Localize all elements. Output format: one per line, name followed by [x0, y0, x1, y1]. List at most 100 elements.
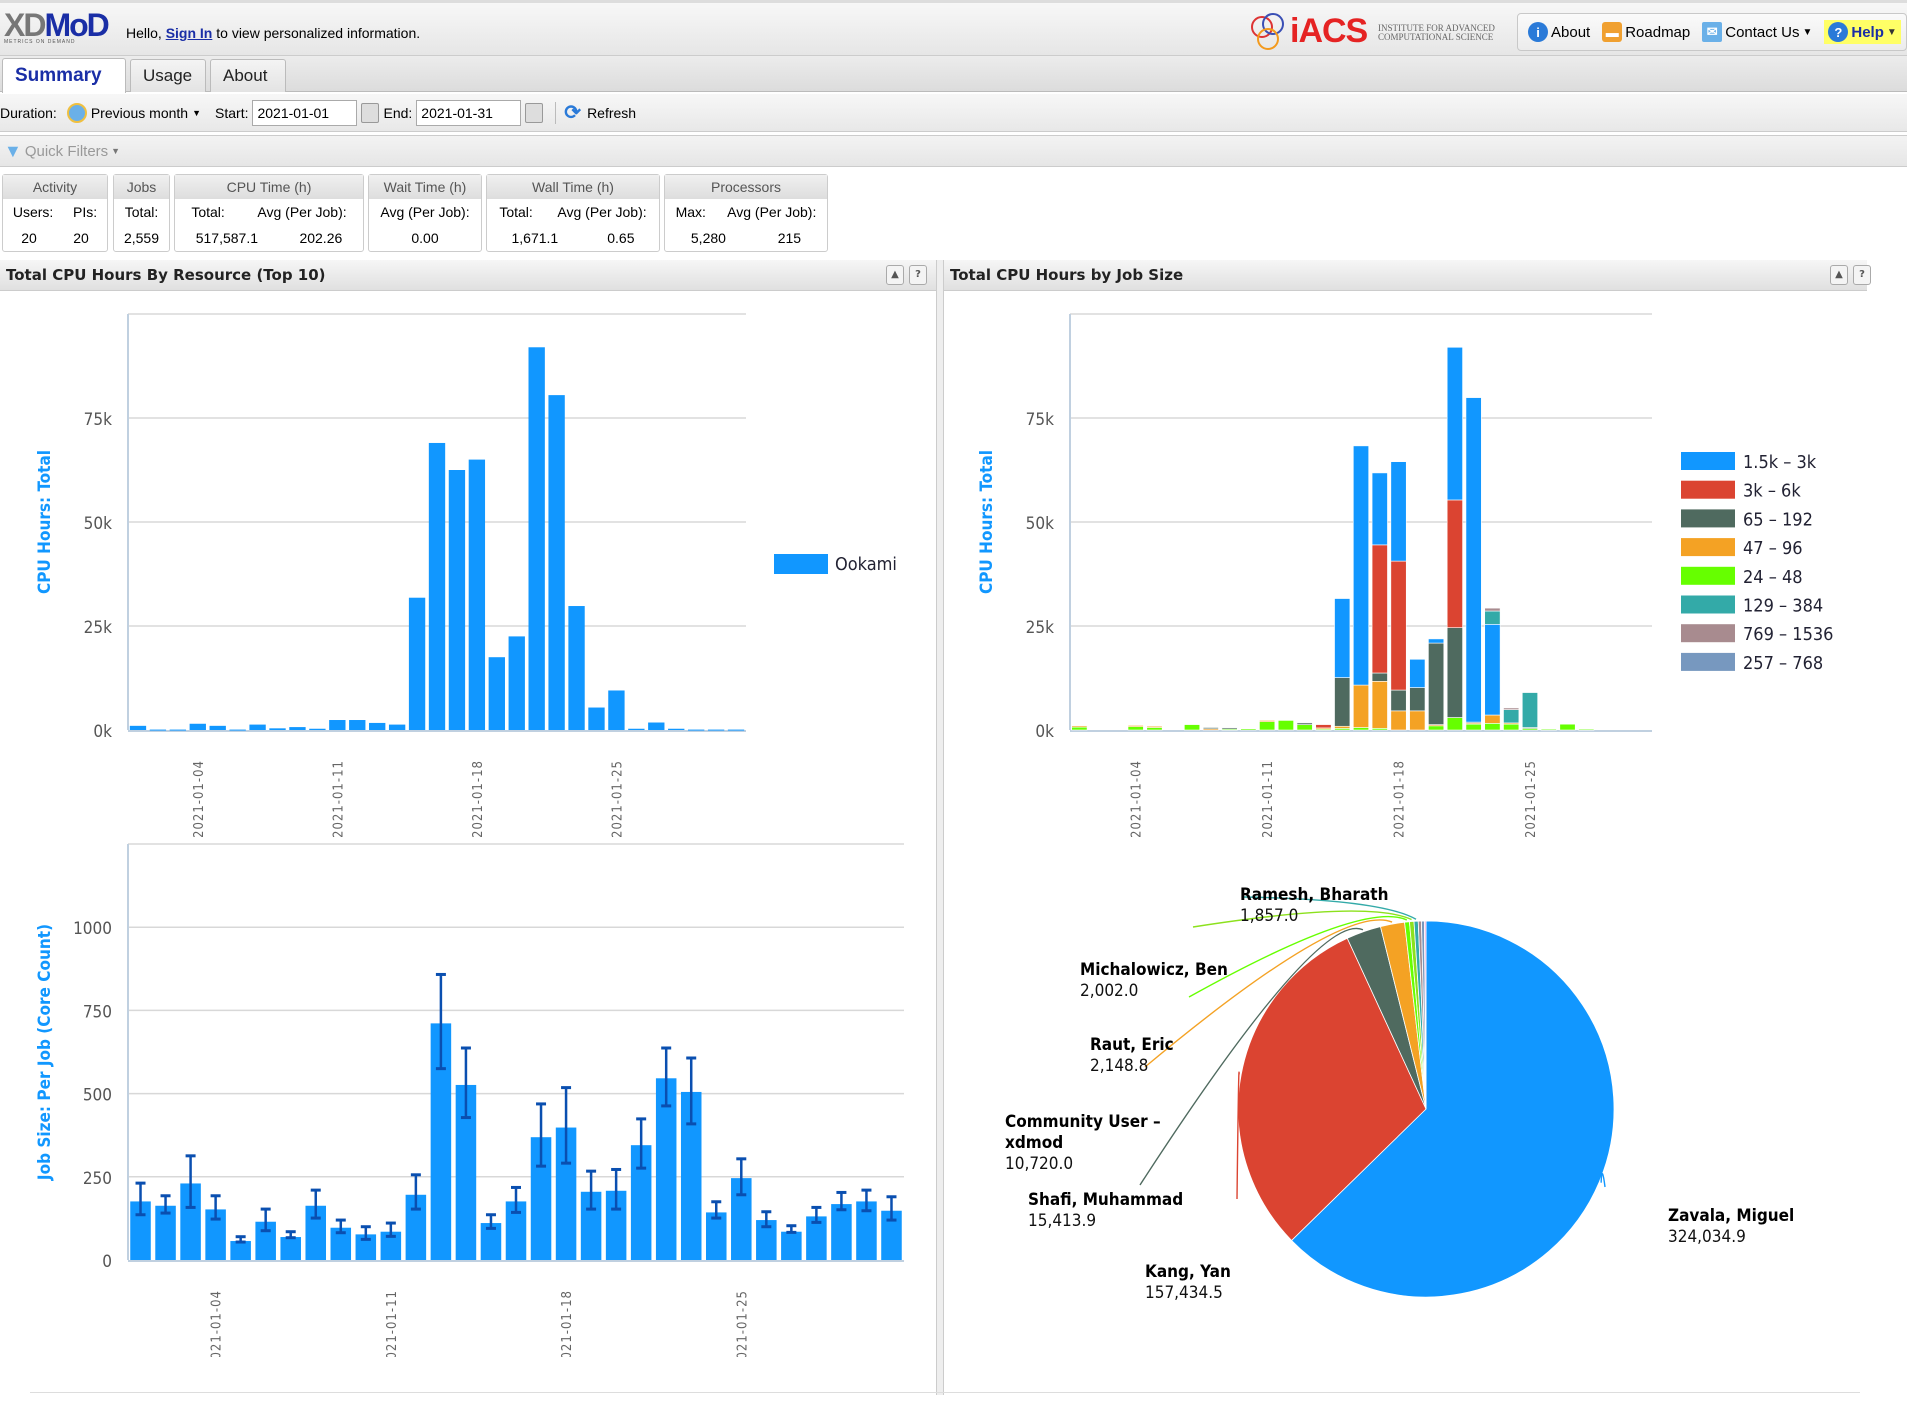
bar: [1503, 723, 1520, 731]
bar: [1071, 725, 1088, 728]
bar: [1540, 728, 1557, 731]
bar: [648, 722, 665, 730]
pie-label: Ramesh, Bharath: [1240, 885, 1388, 905]
bar: [249, 724, 266, 730]
clock-icon: [66, 102, 87, 123]
summary-value: 2,559: [123, 230, 160, 246]
y-tick-label: 0k: [1035, 722, 1054, 742]
y-tick-label: 0: [102, 1252, 112, 1272]
bar: [229, 729, 246, 731]
legend-swatch: [1681, 538, 1735, 557]
bar: [309, 728, 326, 730]
panel-splitter[interactable]: [936, 260, 944, 1395]
calendar-icon[interactable]: [525, 102, 544, 123]
bar: [448, 470, 466, 730]
bar: [1484, 723, 1501, 731]
legend-label: 65 – 192: [1743, 509, 1813, 530]
pie-label-name: xdmod: [1005, 1133, 1063, 1153]
bar: [1353, 684, 1369, 728]
top-links: i About ▬ Roadmap ✉ Contact Us ▼ ? Help …: [1517, 13, 1907, 51]
quick-filters-label: Quick Filters: [24, 142, 109, 160]
bar: [1371, 681, 1388, 729]
bar: [1446, 346, 1463, 501]
tab-summary[interactable]: Summary: [2, 58, 126, 93]
refresh-button[interactable]: ⟳ Refresh: [564, 100, 636, 125]
summary-cpu-time: CPU Time (h) Total: Avg (Per Job): 517,58…: [174, 174, 364, 252]
greeting: Hello, Sign In to view personalized info…: [126, 25, 420, 41]
bar: [1296, 722, 1313, 725]
calendar-icon[interactable]: [361, 102, 380, 123]
xdmod-logo[interactable]: XDMoD METRICS ON DEMAND: [4, 9, 122, 51]
bar: [349, 720, 366, 730]
cpu-by-job-size-chart: 0k 25k 50k 75k CPU Hours: Total 2021-01-04 202…: [977, 313, 1833, 837]
bar: [781, 1231, 802, 1260]
y-axis-title: CPU Hours: Total: [35, 450, 55, 594]
contact-us-menu[interactable]: ✉ Contact Us ▼: [1702, 22, 1812, 42]
bar: [149, 729, 167, 731]
y-tick-label: 75k: [1026, 410, 1054, 430]
iacs-rings-icon: [1251, 13, 1284, 50]
help-button[interactable]: ?: [1853, 265, 1871, 285]
quick-filters-button[interactable]: ▼ Quick Filters ▼: [4, 141, 120, 162]
bar: [1390, 689, 1407, 712]
end-label: End:: [383, 104, 413, 121]
x-tick-label: 2021-01-18: [1393, 760, 1408, 837]
bar: [1221, 727, 1238, 730]
tab-usage[interactable]: Usage: [130, 59, 206, 92]
bar: [1446, 717, 1463, 731]
roadmap-link[interactable]: ▬ Roadmap: [1602, 22, 1690, 42]
iacs-tagline: INSTITUTE FOR ADVANCED COMPUTATIONAL SCI…: [1378, 24, 1495, 42]
bar: [1484, 610, 1501, 625]
bar: [1146, 727, 1163, 731]
help-menu[interactable]: ? Help ▼: [1824, 20, 1901, 44]
right-panel-header: Total CPU Hours by Job Size ▲ ?: [944, 260, 1871, 291]
legend-swatch: [1681, 480, 1735, 499]
bar: [1334, 677, 1351, 727]
help-button[interactable]: ?: [909, 265, 927, 285]
summary-value: 5,280: [690, 230, 726, 246]
legend-swatch: [1681, 652, 1735, 671]
bar: [280, 1237, 301, 1260]
end-date-input[interactable]: [416, 99, 522, 126]
bar: [1071, 726, 1088, 731]
summary-label: Total:: [499, 204, 533, 220]
bar: [1127, 726, 1144, 731]
pie-value-label: 1,857.0: [1240, 906, 1298, 926]
summary-value: 202.26: [299, 230, 343, 246]
job-size-per-job-chart: 0 250 500 750 1000 Job Size: Per Job (Core Co…: [35, 843, 904, 1357]
collapse-button[interactable]: ▲: [886, 265, 904, 285]
pie-label: Zavala, Miguel: [1668, 1206, 1794, 1226]
about-link[interactable]: i About: [1528, 22, 1590, 42]
legend-label: 47 – 96: [1743, 538, 1803, 559]
bar: [1240, 728, 1257, 731]
bar: [1484, 624, 1501, 716]
roadmap-link-label: Roadmap: [1625, 23, 1691, 41]
duration-value: Previous month: [90, 104, 189, 121]
refresh-icon: ⟳: [564, 102, 582, 124]
chevron-down-icon: ▼: [1886, 26, 1897, 38]
pie-value-label: 157,434.5: [1145, 1283, 1223, 1303]
duration-label: Duration:: [0, 104, 57, 121]
duration-dropdown[interactable]: Previous month ▼: [66, 102, 201, 123]
summary-title: Wall Time (h): [487, 175, 659, 199]
bar: [1259, 720, 1276, 722]
y-tick-label: 50k: [1026, 514, 1054, 534]
bar: [1390, 461, 1407, 562]
sign-in-link[interactable]: Sign In: [166, 25, 213, 41]
tab-about[interactable]: About: [210, 59, 286, 92]
envelope-icon: ✉: [1702, 22, 1723, 42]
collapse-button[interactable]: ▲: [1830, 265, 1848, 285]
bar: [1390, 710, 1407, 731]
summary-activity: Activity Users: PIs: 20 20: [2, 174, 108, 252]
pie-label: Community User – xdmod: [1005, 1112, 1161, 1153]
summary-label: Max:: [675, 204, 706, 220]
toolbar-separator: [555, 101, 557, 124]
bar: [1371, 472, 1388, 546]
bar: [329, 720, 346, 730]
summary-jobs: Jobs Total: 2,559: [113, 174, 170, 252]
pie-value-label: 10,720.0: [1005, 1154, 1073, 1174]
start-date-input[interactable]: [252, 99, 358, 126]
app-header: XDMoD METRICS ON DEMAND Hello, Sign In t…: [0, 0, 1907, 56]
bar: [1202, 727, 1219, 730]
bar: [1334, 598, 1351, 678]
